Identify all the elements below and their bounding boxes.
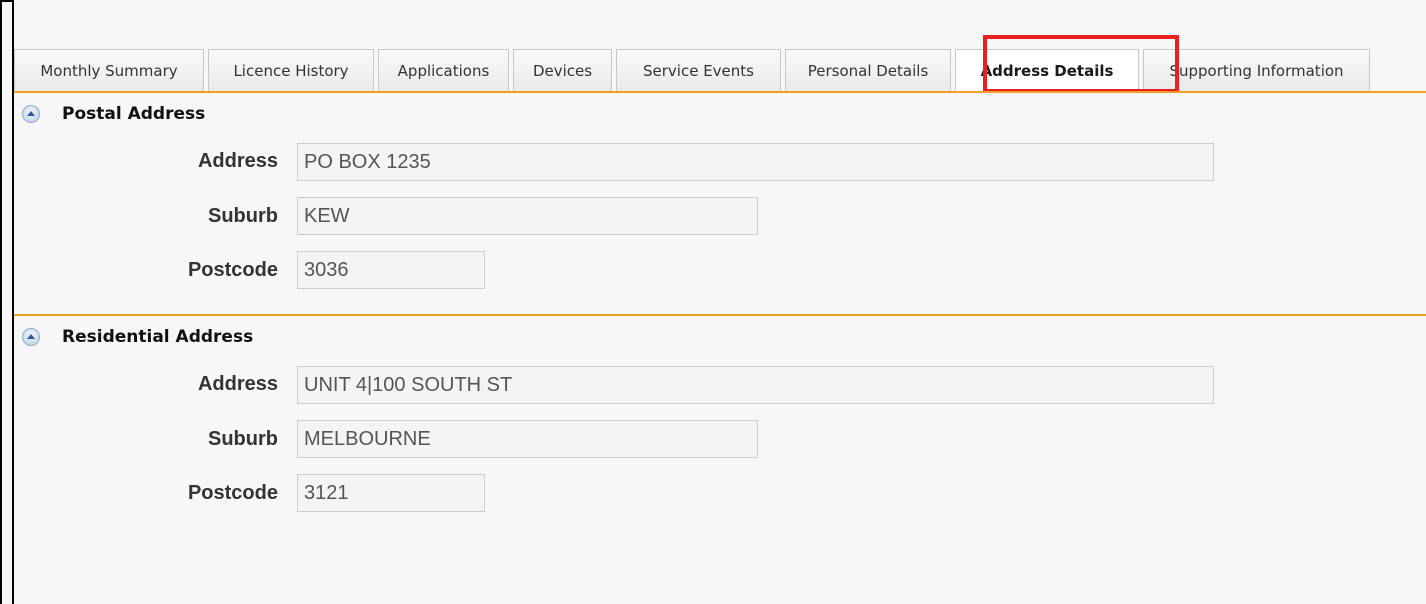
residential-postcode-field[interactable]: [297, 474, 485, 512]
postal-postcode-field[interactable]: [297, 251, 485, 289]
tab-supporting-information[interactable]: Supporting Information: [1143, 49, 1370, 91]
tab-bar: Monthly Summary Licence History Applicat…: [14, 45, 1426, 91]
postcode-label: Postcode: [187, 482, 278, 504]
postal-address-field[interactable]: [297, 143, 1214, 181]
postal-suburb-field[interactable]: [297, 197, 758, 235]
collapse-up-icon[interactable]: [22, 105, 40, 123]
address-label: Address: [197, 373, 278, 395]
section-title: Postal Address: [62, 104, 206, 124]
tab-devices[interactable]: Devices: [513, 49, 612, 91]
tab-service-events[interactable]: Service Events: [616, 49, 781, 91]
postcode-label: Postcode: [187, 259, 278, 281]
residential-address-field[interactable]: [297, 366, 1214, 404]
tab-monthly-summary[interactable]: Monthly Summary: [14, 49, 204, 91]
section-divider: [14, 91, 1426, 93]
residential-suburb-field[interactable]: [297, 420, 758, 458]
tab-personal-details[interactable]: Personal Details: [785, 49, 951, 91]
residential-address-header: Residential Address: [22, 327, 253, 347]
tab-applications[interactable]: Applications: [378, 49, 509, 91]
section-title: Residential Address: [62, 327, 254, 347]
suburb-label: Suburb: [208, 428, 278, 450]
postal-address-header: Postal Address: [22, 104, 205, 124]
address-label: Address: [197, 150, 278, 172]
collapse-up-icon[interactable]: [22, 328, 40, 346]
suburb-label: Suburb: [208, 205, 278, 227]
tab-address-details[interactable]: Address Details: [955, 49, 1139, 91]
tab-licence-history[interactable]: Licence History: [208, 49, 374, 91]
section-divider: [14, 314, 1426, 316]
